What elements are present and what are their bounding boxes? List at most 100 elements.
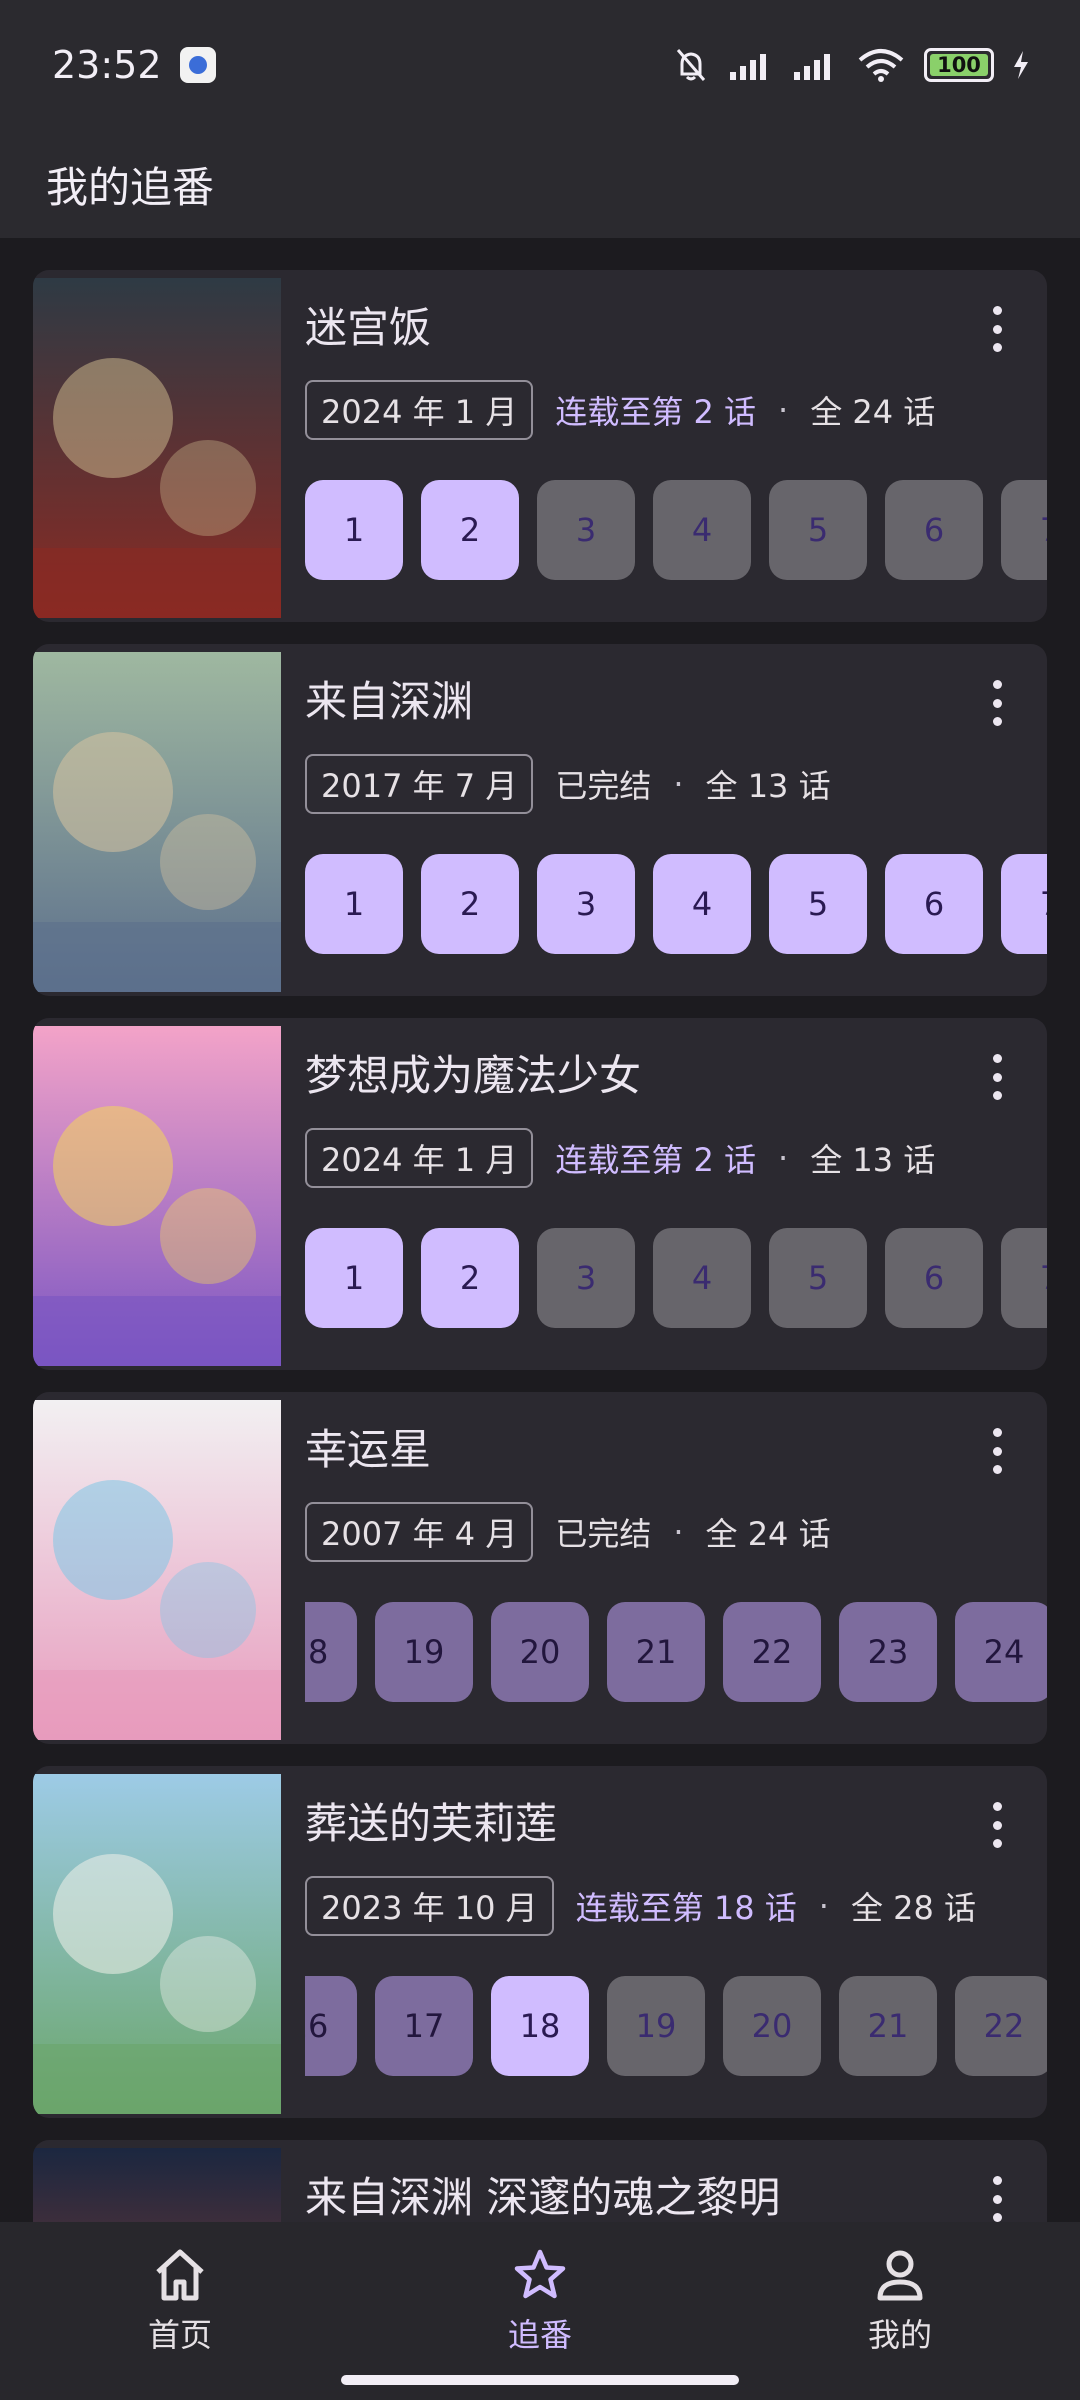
episode-button[interactable]: 20 — [723, 1976, 821, 2076]
episode-button[interactable]: 4 — [653, 480, 751, 580]
nav-item-following[interactable]: 追番 — [440, 2248, 640, 2356]
episode-button[interactable]: 18 — [491, 1976, 589, 2076]
air-date-chip: 2017 年 7 月 — [305, 754, 534, 814]
anime-meta: 2017 年 7 月 已完结 · 全 13 话 — [305, 754, 831, 814]
more-options-icon[interactable] — [987, 306, 1007, 352]
total-episodes: 全 24 话 — [810, 393, 936, 431]
nav-item-me[interactable]: 我的 — [800, 2248, 1000, 2356]
episode-button[interactable]: 6 — [885, 854, 983, 954]
anime-meta: 2007 年 4 月 已完结 · 全 24 话 — [305, 1502, 831, 1562]
nav-label-me: 我的 — [867, 2316, 932, 2354]
episode-button[interactable]: 1 — [305, 854, 403, 954]
episode-button[interactable]: 22 — [955, 1976, 1047, 2076]
anime-card[interactable]: 幸运星 2007 年 4 月 已完结 · 全 24 话 181920212223… — [33, 1392, 1047, 1744]
anime-poster[interactable] — [33, 1774, 281, 2114]
signal-icon-1 — [730, 54, 766, 80]
home-icon — [156, 2249, 204, 2301]
episode-button[interactable]: 18 — [305, 1602, 357, 1702]
episode-strip[interactable]: 1234567 — [305, 854, 1047, 954]
air-date-chip: 2024 年 1 月 — [305, 380, 534, 440]
anime-title: 来自深渊 — [305, 677, 474, 726]
episode-button[interactable]: 1 — [305, 1228, 403, 1328]
separator-dot: · — [818, 1887, 829, 1925]
episode-strip[interactable]: 18192021222324 — [305, 1602, 1047, 1702]
anime-title: 葬送的芙莉莲 — [305, 1799, 558, 1848]
episode-button[interactable]: 7 — [1001, 1228, 1047, 1328]
episode-button[interactable]: 7 — [1001, 854, 1047, 954]
episode-button[interactable]: 19 — [607, 1976, 705, 2076]
separator-dot: · — [778, 1139, 789, 1177]
more-options-icon[interactable] — [987, 1054, 1007, 1100]
episode-button[interactable]: 2 — [421, 480, 519, 580]
episode-button[interactable]: 17 — [375, 1976, 473, 2076]
total-episodes: 全 13 话 — [810, 1141, 936, 1179]
wifi-icon — [858, 49, 904, 82]
episode-button[interactable]: 4 — [653, 1228, 751, 1328]
episode-strip[interactable]: 1234567 — [305, 480, 1047, 580]
notification-app-icon — [179, 47, 216, 83]
app-bar: 我的追番 — [0, 130, 1080, 238]
more-options-icon[interactable] — [987, 1802, 1007, 1848]
nav-item-home[interactable]: 首页 — [80, 2248, 280, 2356]
status-time: 23:52 — [52, 43, 162, 87]
episode-button[interactable]: 21 — [839, 1976, 937, 2076]
episode-button[interactable]: 4 — [653, 854, 751, 954]
episode-button[interactable]: 6 — [885, 480, 983, 580]
status-bar: 23:52 100 — [0, 0, 1080, 130]
episode-button[interactable]: 16 — [305, 1976, 357, 2076]
anime-card[interactable]: 葬送的芙莉莲 2023 年 10 月 连载至第 18 话 · 全 28 话 16… — [33, 1766, 1047, 2118]
airing-status: 连载至第 18 话 — [575, 1889, 797, 1927]
more-options-icon[interactable] — [987, 1428, 1007, 1474]
air-date-chip: 2024 年 1 月 — [305, 1128, 534, 1188]
airing-status: 连载至第 2 话 — [555, 1141, 757, 1179]
episode-button[interactable]: 19 — [375, 1602, 473, 1702]
airing-status: 连载至第 2 话 — [555, 393, 757, 431]
episode-button[interactable]: 5 — [769, 1228, 867, 1328]
nav-label-home: 首页 — [147, 2316, 212, 2354]
episode-strip[interactable]: 1234567 — [305, 1228, 1047, 1328]
episode-button[interactable]: 2 — [421, 854, 519, 954]
page-title: 我的追番 — [46, 162, 215, 212]
more-options-icon[interactable] — [987, 2176, 1007, 2222]
home-indicator — [341, 2375, 739, 2385]
anime-list[interactable]: 迷宫饭 2024 年 1 月 连载至第 2 话 · 全 24 话 1234567 — [0, 238, 1080, 2223]
episode-button[interactable]: 6 — [885, 1228, 983, 1328]
episode-button[interactable]: 7 — [1001, 480, 1047, 580]
episode-button[interactable]: 23 — [839, 1602, 937, 1702]
anime-card[interactable]: 梦想成为魔法少女 2024 年 1 月 连载至第 2 话 · 全 13 话 12… — [33, 1018, 1047, 1370]
anime-poster[interactable] — [33, 1400, 281, 1740]
episode-button[interactable]: 20 — [491, 1602, 589, 1702]
total-episodes: 全 28 话 — [850, 1889, 977, 1927]
separator-dot: · — [673, 1513, 684, 1551]
episode-button[interactable]: 21 — [607, 1602, 705, 1702]
episode-button[interactable]: 24 — [955, 1602, 1047, 1702]
anime-card[interactable]: 来自深渊 2017 年 7 月 已完结 · 全 13 话 1234567 — [33, 644, 1047, 996]
anime-title: 幸运星 — [305, 1425, 432, 1474]
anime-meta: 2023 年 10 月 连载至第 18 话 · 全 28 话 — [305, 1876, 976, 1936]
episode-button[interactable]: 5 — [769, 480, 867, 580]
episode-button[interactable]: 3 — [537, 480, 635, 580]
anime-poster[interactable] — [33, 278, 281, 618]
anime-card[interactable]: 来自深渊 深邃的魂之黎明 2020 年 1 月 已完结 · 全 1 话 — [33, 2140, 1047, 2223]
episode-button[interactable]: 3 — [537, 1228, 635, 1328]
episode-button[interactable]: 2 — [421, 1228, 519, 1328]
episode-button[interactable]: 1 — [305, 480, 403, 580]
charging-icon — [1014, 51, 1028, 79]
anime-poster[interactable] — [33, 652, 281, 992]
total-episodes: 全 13 话 — [705, 767, 831, 805]
mute-icon — [676, 49, 706, 81]
airing-status: 已完结 — [555, 767, 652, 805]
anime-poster[interactable] — [33, 2148, 281, 2223]
episode-button[interactable]: 22 — [723, 1602, 821, 1702]
more-options-icon[interactable] — [987, 680, 1007, 726]
star-icon — [514, 2249, 566, 2299]
anime-meta: 2024 年 1 月 连载至第 2 话 · 全 24 话 — [305, 380, 935, 440]
air-date-chip: 2023 年 10 月 — [305, 1876, 554, 1936]
nav-label-following: 追番 — [507, 2316, 572, 2354]
episode-button[interactable]: 3 — [537, 854, 635, 954]
total-episodes: 全 24 话 — [705, 1515, 831, 1553]
anime-poster[interactable] — [33, 1026, 281, 1366]
episode-strip[interactable]: 16171819202122 — [305, 1976, 1047, 2076]
episode-button[interactable]: 5 — [769, 854, 867, 954]
anime-card[interactable]: 迷宫饭 2024 年 1 月 连载至第 2 话 · 全 24 话 1234567 — [33, 270, 1047, 622]
